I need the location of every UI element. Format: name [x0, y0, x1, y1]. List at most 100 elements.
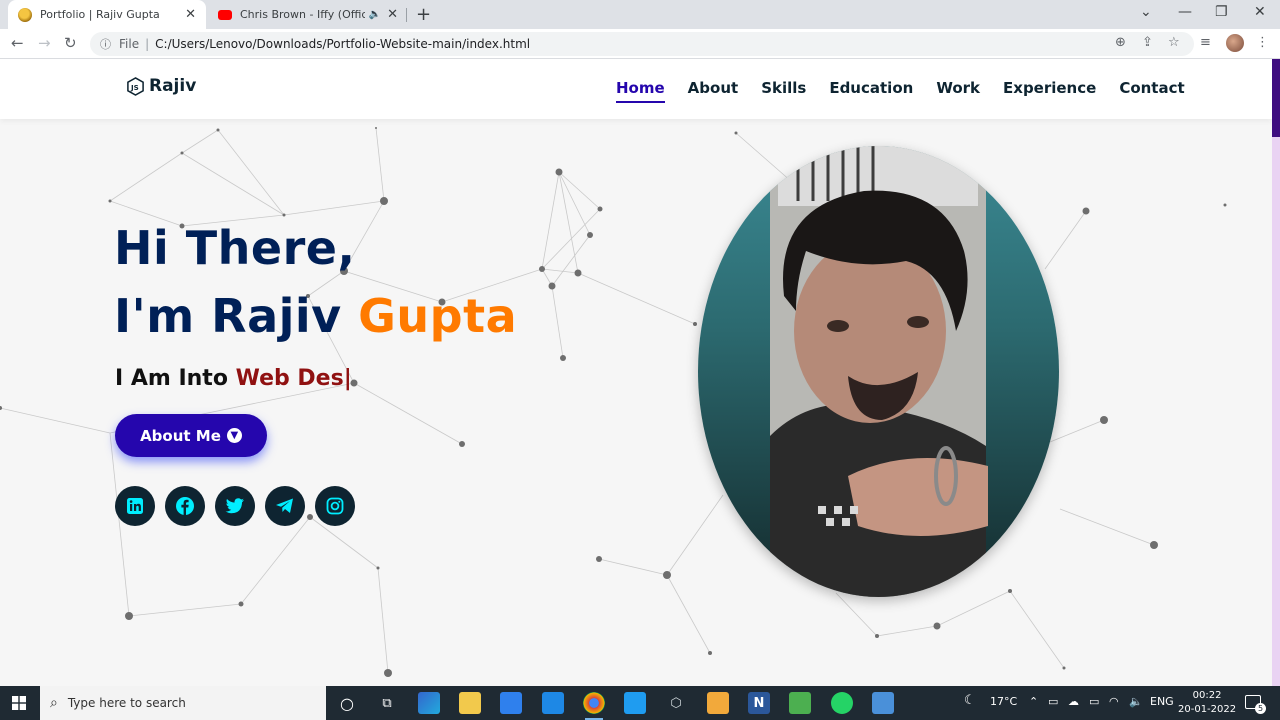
battery-icon[interactable]: ▭ — [1089, 695, 1099, 708]
sticky-notes-icon[interactable] — [707, 692, 729, 714]
typing-prefix: I Am Into — [115, 366, 228, 391]
logo-hexagon-icon: JS — [127, 76, 144, 96]
webpage: JS Rajiv Home About Skills Education Wor… — [0, 59, 1272, 686]
profile-avatar[interactable] — [1226, 34, 1244, 52]
menu-dots-icon[interactable]: ⋮ — [1256, 35, 1269, 50]
reload-icon[interactable]: ↻ — [64, 34, 77, 52]
url-scheme: File — [119, 37, 140, 51]
linkedin-link[interactable] — [115, 486, 155, 526]
scrollbar-thumb[interactable] — [1272, 59, 1280, 137]
onenote-icon[interactable]: N — [748, 692, 770, 714]
typing-line: I Am Into Web Des| — [115, 366, 352, 391]
site-info-icon[interactable]: ⓘ — [100, 36, 111, 52]
twitter-link[interactable] — [215, 486, 255, 526]
file-explorer-icon[interactable] — [459, 692, 481, 714]
maximize-icon[interactable]: ❐ — [1215, 4, 1228, 20]
arrow-down-circle-icon: ▼ — [226, 428, 242, 443]
instagram-link[interactable] — [315, 486, 355, 526]
reading-list-icon[interactable]: ≡ — [1200, 35, 1211, 50]
search-placeholder: Type here to search — [67, 696, 186, 710]
about-me-button[interactable]: About Me ▼ — [115, 414, 267, 457]
virtualbox-icon[interactable]: ⬡ — [665, 692, 687, 714]
close-window-icon[interactable]: ✕ — [1254, 4, 1266, 20]
page-scrollbar[interactable] — [1272, 59, 1280, 686]
profile-photo-image — [770, 146, 988, 597]
windows-taskbar: ⌕ Type here to search ○ ⧉ ⬡ N ☾ 17°C ⌃ ▭… — [0, 686, 1280, 720]
weather-temp[interactable]: 17°C — [990, 695, 1017, 708]
about-me-label: About Me — [140, 426, 221, 445]
nav-skills[interactable]: Skills — [761, 79, 806, 103]
nav-contact[interactable]: Contact — [1119, 79, 1184, 103]
close-tab-icon[interactable]: ✕ — [387, 7, 398, 22]
clock-date: 20-01-2022 — [1178, 704, 1237, 715]
nav-about[interactable]: About — [688, 79, 739, 103]
browser-toolbar: ← → ↻ ⓘ File | C:/Users/Lenovo/Downloads… — [0, 29, 1280, 59]
taskbar-clock[interactable]: 00:22 20-01-2022 — [1178, 689, 1236, 717]
volume-icon[interactable]: 🔈 — [1129, 695, 1143, 708]
speaker-icon[interactable]: 🔈 — [369, 9, 381, 20]
task-view-icon[interactable]: ⧉ — [376, 692, 398, 714]
facebook-link[interactable] — [165, 486, 205, 526]
address-bar[interactable]: ⓘ File | C:/Users/Lenovo/Downloads/Portf… — [90, 32, 1194, 56]
logo-text: Rajiv — [149, 76, 197, 96]
onedrive-icon[interactable]: ☁ — [1068, 695, 1079, 708]
mail-icon[interactable] — [542, 692, 564, 714]
store-icon[interactable] — [500, 692, 522, 714]
hero-name: I'm Rajiv Gupta — [114, 289, 517, 343]
nav-work[interactable]: Work — [936, 79, 980, 103]
edge-icon[interactable] — [418, 692, 440, 714]
url-separator: | — [145, 37, 150, 51]
notification-count: 5 — [1255, 703, 1266, 714]
tray-chevron-icon[interactable]: ⌃ — [1029, 695, 1038, 708]
twitter-icon — [225, 498, 244, 514]
tab-divider — [406, 8, 407, 22]
minimize-icon[interactable]: — — [1178, 4, 1192, 20]
portfolio-favicon-icon — [18, 7, 32, 22]
svg-text:JS: JS — [130, 82, 139, 91]
telegram-link[interactable] — [265, 486, 305, 526]
site-header: JS Rajiv Home About Skills Education Wor… — [0, 59, 1272, 119]
linkedin-icon — [127, 498, 143, 514]
youtube-favicon-icon — [218, 9, 232, 20]
whatsapp-icon[interactable] — [831, 692, 853, 714]
vscode-icon[interactable] — [624, 692, 646, 714]
spreadsheet-icon[interactable] — [789, 692, 811, 714]
tab-search-icon[interactable]: ⌄ — [1140, 4, 1152, 20]
cortana-icon[interactable]: ○ — [336, 692, 358, 714]
facebook-icon — [176, 497, 194, 515]
notification-icon[interactable]: 5 — [1245, 695, 1266, 714]
hero-greeting: Hi There, — [114, 221, 356, 275]
windows-start-icon[interactable] — [12, 696, 26, 710]
zoom-icon[interactable]: ⊕ — [1115, 35, 1126, 50]
weather-icon[interactable]: ☾ — [964, 693, 976, 708]
language-indicator[interactable]: ENG — [1150, 695, 1174, 708]
tab-portfolio[interactable]: Portfolio | Rajiv Gupta ✕ — [8, 0, 206, 29]
new-tab-icon[interactable]: + — [416, 4, 431, 25]
close-tab-icon[interactable]: ✕ — [185, 7, 196, 22]
taskbar-search[interactable]: ⌕ Type here to search — [40, 686, 326, 720]
nav-education[interactable]: Education — [829, 79, 913, 103]
wifi-icon[interactable]: ◠ — [1109, 695, 1119, 708]
hero-intro: I'm Rajiv — [114, 289, 342, 343]
meet-now-icon[interactable]: ▭ — [1048, 695, 1058, 708]
back-icon[interactable]: ← — [11, 34, 24, 52]
search-icon: ⌕ — [50, 695, 58, 711]
telegram-icon — [276, 498, 293, 513]
bookmark-star-icon[interactable]: ☆ — [1168, 35, 1180, 50]
url-text: C:/Users/Lenovo/Downloads/Portfolio-Webs… — [155, 37, 531, 51]
clock-time: 00:22 — [1192, 690, 1222, 701]
tab-title: Chris Brown - Iffy (Official Vi — [240, 8, 365, 21]
main-nav: Home About Skills Education Work Experie… — [616, 79, 1208, 103]
site-logo[interactable]: JS Rajiv — [126, 76, 196, 96]
forward-icon[interactable]: → — [38, 34, 51, 52]
chrome-icon[interactable] — [583, 692, 605, 720]
social-links — [115, 486, 365, 526]
tab-youtube[interactable]: Chris Brown - Iffy (Official Vi 🔈 ✕ — [208, 0, 408, 29]
typing-word: Web Des| — [235, 366, 352, 391]
nav-home[interactable]: Home — [616, 79, 665, 103]
photos-icon[interactable] — [872, 692, 894, 714]
hero-surname: Gupta — [358, 289, 518, 343]
nav-experience[interactable]: Experience — [1003, 79, 1096, 103]
share-icon[interactable]: ⇪ — [1142, 35, 1153, 50]
profile-photo — [698, 146, 1059, 597]
